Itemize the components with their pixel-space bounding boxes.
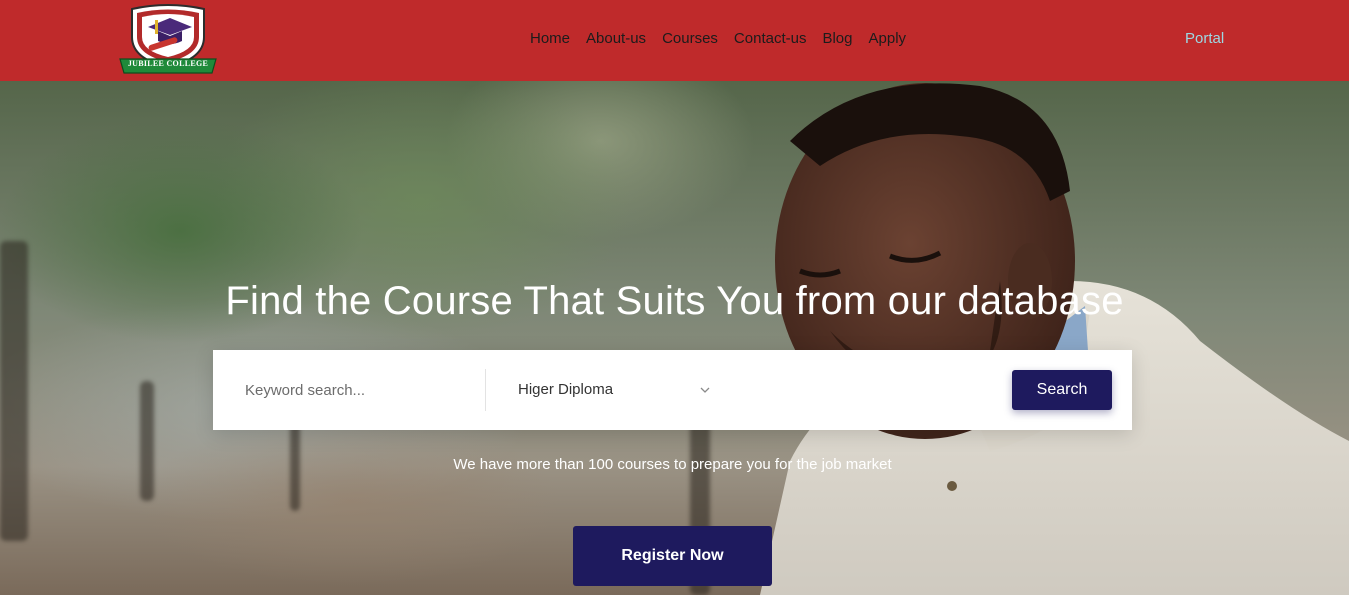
nav-item-about-us[interactable]: About-us [578, 29, 654, 49]
chevron-down-icon [700, 387, 710, 393]
register-now-button[interactable]: Register Now [573, 526, 772, 586]
main-nav: Home About-us Courses Contact-us Blog Ap… [522, 29, 914, 49]
college-logo[interactable]: JUBILEE COLLEGE [118, 3, 218, 75]
site-header: JUBILEE COLLEGE Home About-us Courses Co… [0, 0, 1349, 81]
portal-link[interactable]: Portal [1185, 29, 1224, 49]
program-select-value: Higer Diploma [518, 381, 614, 398]
search-divider [485, 369, 486, 411]
nav-item-blog[interactable]: Blog [814, 29, 860, 49]
hero-photo [760, 83, 1349, 595]
course-search-form: Higer Diploma Search [213, 350, 1132, 430]
search-button[interactable]: Search [1012, 370, 1112, 410]
nav-item-apply[interactable]: Apply [861, 29, 915, 49]
hero-section: Find the Course That Suits You from our … [0, 81, 1349, 595]
nav-item-contact-us[interactable]: Contact-us [726, 29, 815, 49]
logo-ribbon-text: JUBILEE COLLEGE [127, 59, 209, 68]
keyword-search-input[interactable] [233, 370, 473, 410]
hero-subtext: We have more than 100 courses to prepare… [453, 456, 892, 473]
hero-title: Find the Course That Suits You from our … [225, 279, 1124, 323]
program-select[interactable]: Higer Diploma [506, 370, 716, 410]
nav-item-home[interactable]: Home [522, 29, 578, 49]
nav-item-courses[interactable]: Courses [654, 29, 726, 49]
